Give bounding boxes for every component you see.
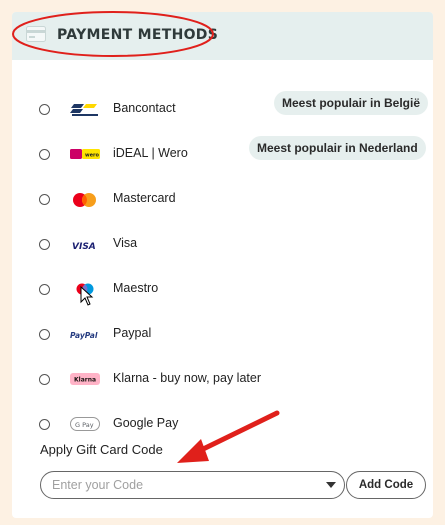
credit-card-icon <box>26 26 46 42</box>
payment-option-google-pay[interactable]: G Pay Google Pay <box>12 413 433 443</box>
maestro-radio[interactable] <box>39 284 50 295</box>
popular-badge-belgium: Meest populair in België <box>274 91 429 115</box>
payment-methods-card: PAYMENT METHODS Bancontact Meest populai… <box>12 12 433 518</box>
svg-text:VISA: VISA <box>72 242 96 252</box>
bancontact-label: Bancontact <box>113 101 176 115</box>
maestro-logo-icon <box>76 283 94 295</box>
chevron-down-icon[interactable] <box>326 482 336 488</box>
visa-logo-icon: VISA <box>72 242 96 252</box>
mastercard-radio[interactable] <box>39 194 50 205</box>
bancontact-logo-icon <box>70 104 98 116</box>
payment-option-ideal-wero[interactable]: wero iDEAL | Wero Meest populair in Nede… <box>12 136 433 173</box>
klarna-logo-icon: Klarna <box>70 373 100 385</box>
payment-option-klarna[interactable]: Klarna Klarna - buy now, pay later <box>12 368 433 398</box>
visa-label: Visa <box>113 236 138 250</box>
google-pay-radio[interactable] <box>39 419 50 430</box>
ideal-wero-label: iDEAL | Wero <box>113 146 188 160</box>
paypal-radio[interactable] <box>39 329 50 340</box>
ideal-wero-radio[interactable] <box>39 149 50 160</box>
add-code-button[interactable]: Add Code <box>346 471 426 499</box>
payment-methods-header: PAYMENT METHODS <box>12 12 433 60</box>
mastercard-logo-icon <box>73 193 96 207</box>
payment-option-mastercard[interactable]: Mastercard <box>12 188 433 218</box>
klarna-label: Klarna - buy now, pay later <box>113 371 261 385</box>
svg-text:Klarna: Klarna <box>74 377 96 384</box>
svg-text:G Pay: G Pay <box>75 421 94 429</box>
payment-option-maestro[interactable]: Maestro <box>12 278 433 308</box>
maestro-label: Maestro <box>113 281 159 295</box>
svg-text:wero: wero <box>85 153 99 159</box>
mastercard-label: Mastercard <box>113 191 176 205</box>
svg-text:PayPal: PayPal <box>70 331 98 340</box>
gift-card-label: Apply Gift Card Code <box>40 442 163 457</box>
google-pay-logo-icon: G Pay <box>70 417 100 431</box>
paypal-label: Paypal <box>113 326 152 340</box>
page-title: PAYMENT METHODS <box>57 27 219 43</box>
visa-radio[interactable] <box>39 239 50 250</box>
payment-option-paypal[interactable]: PayPal Paypal <box>12 323 433 353</box>
bancontact-radio[interactable] <box>39 104 50 115</box>
gift-card-code-input[interactable] <box>50 476 310 494</box>
popular-badge-netherlands: Meest populair in Nederland <box>249 136 426 160</box>
google-pay-label: Google Pay <box>113 416 179 430</box>
payment-option-visa[interactable]: VISA Visa <box>12 233 433 263</box>
klarna-radio[interactable] <box>39 374 50 385</box>
paypal-logo-icon: PayPal <box>70 331 98 340</box>
payment-option-bancontact[interactable]: Bancontact Meest populair in België <box>12 91 433 128</box>
gift-card-code-field[interactable] <box>40 471 345 499</box>
ideal-wero-logo-icon: wero <box>70 149 100 159</box>
